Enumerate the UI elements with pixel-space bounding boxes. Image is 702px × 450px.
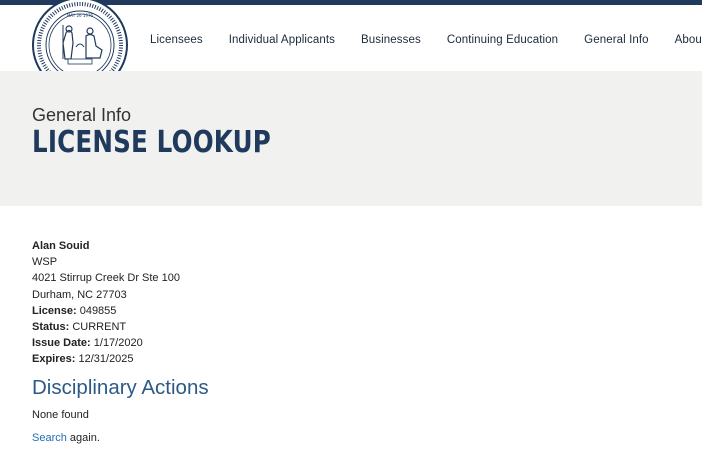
disciplinary-result: None found xyxy=(32,409,89,421)
site-header: MAY 26 1976 1921 Licensees Individual Ap… xyxy=(0,0,702,93)
expires-value: 12/31/2025 xyxy=(78,353,134,366)
nav-licensees[interactable]: Licensees xyxy=(150,34,203,56)
expires-row: Expires: 12/31/2025 xyxy=(32,351,180,367)
licensee-name: Alan Souid xyxy=(32,240,90,252)
status-label: Status: xyxy=(32,321,70,334)
expires-label: Expires: xyxy=(32,353,76,366)
status-value: CURRENT xyxy=(72,321,127,334)
issue-date-row: Issue Date: 1/17/2020 xyxy=(32,335,180,351)
license-number-row: License: 049855 xyxy=(32,303,180,319)
nav-about-us[interactable]: About Us xyxy=(675,34,702,56)
seal-inner-text: MAY 26 1976 xyxy=(67,13,94,18)
nav-businesses[interactable]: Businesses xyxy=(361,34,421,56)
issue-date-value: 1/17/2020 xyxy=(93,337,143,350)
nav-continuing-education[interactable]: Continuing Education xyxy=(447,34,558,56)
search-again-text: again. xyxy=(66,432,100,444)
nav-individual-applicants[interactable]: Individual Applicants xyxy=(229,34,335,56)
license-record: Alan Souid WSP 4021 Stirrup Creek Dr Ste… xyxy=(32,238,180,368)
licensee-company: WSP xyxy=(32,256,58,269)
nav-general-info[interactable]: General Info xyxy=(584,34,649,56)
search-link[interactable]: Search xyxy=(32,432,67,444)
issue-date-label: Issue Date: xyxy=(32,337,91,350)
address-line-1: 4021 Stirrup Creek Dr Ste 100 xyxy=(32,272,180,285)
page-title: LICENSE LOOKUP xyxy=(32,125,271,160)
status-row: Status: CURRENT xyxy=(32,319,180,335)
address-line-2: Durham, NC 27703 xyxy=(32,288,127,301)
disciplinary-heading: Disciplinary Actions xyxy=(32,376,209,399)
license-number: 049855 xyxy=(79,304,117,317)
license-label: License: xyxy=(32,304,77,317)
main-nav: Licensees Individual Applicants Business… xyxy=(150,34,702,56)
section-kicker: General Info xyxy=(32,105,132,125)
page-hero: General Info LICENSE LOOKUP xyxy=(0,71,702,206)
search-again-line: Search again. xyxy=(32,432,100,444)
